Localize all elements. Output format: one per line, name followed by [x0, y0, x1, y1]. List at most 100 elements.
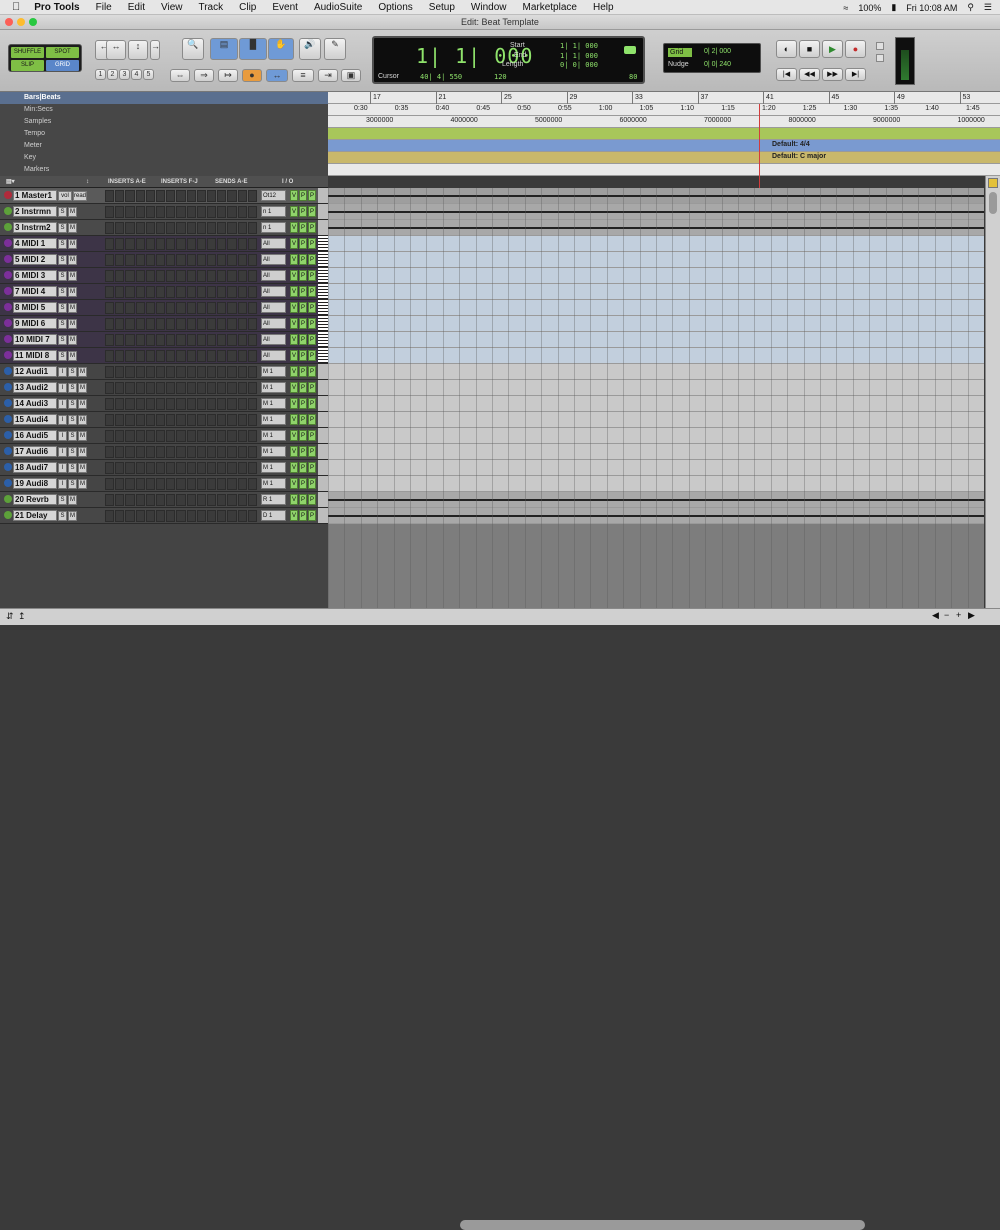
- slot[interactable]: [166, 494, 176, 506]
- track-btn-i[interactable]: I: [58, 415, 67, 425]
- insert-send-slots[interactable]: [105, 254, 258, 266]
- slot[interactable]: [217, 366, 227, 378]
- track-btn-s[interactable]: S: [68, 415, 77, 425]
- slot[interactable]: [186, 318, 196, 330]
- voice-btn[interactable]: P: [308, 286, 316, 297]
- slot[interactable]: [166, 478, 176, 490]
- voice-btn[interactable]: P: [308, 446, 316, 457]
- meter-marker[interactable]: Default: 4/4: [772, 141, 810, 148]
- slot[interactable]: [207, 350, 217, 362]
- slot[interactable]: [115, 494, 125, 506]
- insert-send-slots[interactable]: [105, 478, 258, 490]
- slot[interactable]: [115, 398, 125, 410]
- slot[interactable]: [135, 462, 145, 474]
- menu-file[interactable]: File: [88, 2, 120, 13]
- slot[interactable]: [176, 414, 186, 426]
- slot[interactable]: [227, 190, 237, 202]
- track-row[interactable]: 15 Audi4 I S M M 1 VPP: [0, 412, 328, 428]
- menu-view[interactable]: View: [153, 2, 191, 13]
- slot[interactable]: [125, 206, 135, 218]
- slot[interactable]: [125, 430, 135, 442]
- slot[interactable]: [176, 478, 186, 490]
- slot[interactable]: [227, 254, 237, 266]
- slot[interactable]: [176, 494, 186, 506]
- trim-tool-icon[interactable]: ▤: [210, 38, 238, 60]
- slot[interactable]: [186, 238, 196, 250]
- track-name[interactable]: 3 Instrm2: [13, 222, 57, 233]
- voice-btn[interactable]: P: [308, 366, 316, 377]
- insert-send-slots[interactable]: [105, 222, 258, 234]
- track-name[interactable]: 11 MIDI 8: [13, 350, 57, 361]
- track-btn-m[interactable]: M: [68, 335, 77, 345]
- link-track-icon[interactable]: ⇒: [194, 69, 214, 82]
- slot[interactable]: [247, 318, 258, 330]
- slot[interactable]: [227, 414, 237, 426]
- slot[interactable]: [125, 318, 135, 330]
- slot[interactable]: [207, 206, 217, 218]
- track-name[interactable]: 7 MIDI 4: [13, 286, 57, 297]
- insert-send-slots[interactable]: [105, 206, 258, 218]
- slot[interactable]: [135, 446, 145, 458]
- slot[interactable]: [196, 350, 207, 362]
- track-btn-i[interactable]: I: [58, 479, 67, 489]
- slot[interactable]: [176, 446, 186, 458]
- slot[interactable]: [105, 414, 115, 426]
- slot[interactable]: [176, 254, 186, 266]
- slot[interactable]: [186, 254, 196, 266]
- track-btn-m[interactable]: M: [68, 303, 77, 313]
- play-icon[interactable]: ▶: [822, 40, 843, 58]
- track-btn-s[interactable]: S: [58, 239, 67, 249]
- slot[interactable]: [186, 270, 196, 282]
- track-row[interactable]: 18 Audi7 I S M M 1 VPP: [0, 460, 328, 476]
- voice-buttons[interactable]: VPP: [290, 286, 316, 297]
- insert-send-slots[interactable]: [105, 350, 258, 362]
- slot[interactable]: [135, 398, 145, 410]
- track-color-icon[interactable]: [4, 367, 12, 375]
- slot[interactable]: [217, 334, 227, 346]
- voice-btn[interactable]: P: [308, 302, 316, 313]
- slot[interactable]: [156, 382, 166, 394]
- slot[interactable]: [207, 446, 217, 458]
- track-color-icon[interactable]: [4, 207, 12, 215]
- track-btn-s[interactable]: S: [58, 303, 67, 313]
- nudge-label[interactable]: Nudge: [668, 61, 689, 68]
- slot[interactable]: [227, 446, 237, 458]
- slot[interactable]: [217, 398, 227, 410]
- slot[interactable]: [247, 462, 258, 474]
- track-io[interactable]: All: [261, 238, 286, 249]
- slot[interactable]: [135, 238, 145, 250]
- voice-buttons[interactable]: VPP: [290, 382, 316, 393]
- slot[interactable]: [227, 398, 237, 410]
- slot[interactable]: [145, 398, 156, 410]
- insert-send-slots[interactable]: [105, 510, 258, 522]
- slot[interactable]: [176, 398, 186, 410]
- insertion-follows-icon[interactable]: ↦: [218, 69, 238, 82]
- slot[interactable]: [237, 286, 247, 298]
- add-track-icon[interactable]: ⇵: [6, 611, 14, 622]
- slot[interactable]: [207, 238, 217, 250]
- horizontal-scroll-thumb[interactable]: [460, 1220, 865, 1230]
- track-btn-s[interactable]: S: [68, 399, 77, 409]
- grabber-tool-icon[interactable]: ✋: [268, 38, 294, 60]
- ruler-label[interactable]: Markers: [0, 164, 328, 176]
- track-row[interactable]: 11 MIDI 8 S M All V P P: [0, 348, 328, 364]
- track-btn-s[interactable]: S: [58, 207, 67, 217]
- voice-btn[interactable]: V: [290, 350, 298, 361]
- slot[interactable]: [115, 382, 125, 394]
- slot[interactable]: [105, 462, 115, 474]
- slot[interactable]: [156, 446, 166, 458]
- slot[interactable]: [217, 462, 227, 474]
- track-btn-m[interactable]: M: [78, 367, 87, 377]
- slot[interactable]: [237, 382, 247, 394]
- menu-options[interactable]: Options: [370, 2, 420, 13]
- voice-btn[interactable]: V: [290, 270, 298, 281]
- voice-buttons[interactable]: VPP: [290, 222, 316, 233]
- slot[interactable]: [166, 462, 176, 474]
- wifi-icon[interactable]: ≈: [843, 3, 848, 13]
- slot[interactable]: [176, 350, 186, 362]
- menu-edit[interactable]: Edit: [120, 2, 153, 13]
- zoom-preset-5[interactable]: 5: [143, 69, 154, 80]
- slot[interactable]: [207, 302, 217, 314]
- voice-buttons[interactable]: VPP: [290, 254, 316, 265]
- slot[interactable]: [156, 286, 166, 298]
